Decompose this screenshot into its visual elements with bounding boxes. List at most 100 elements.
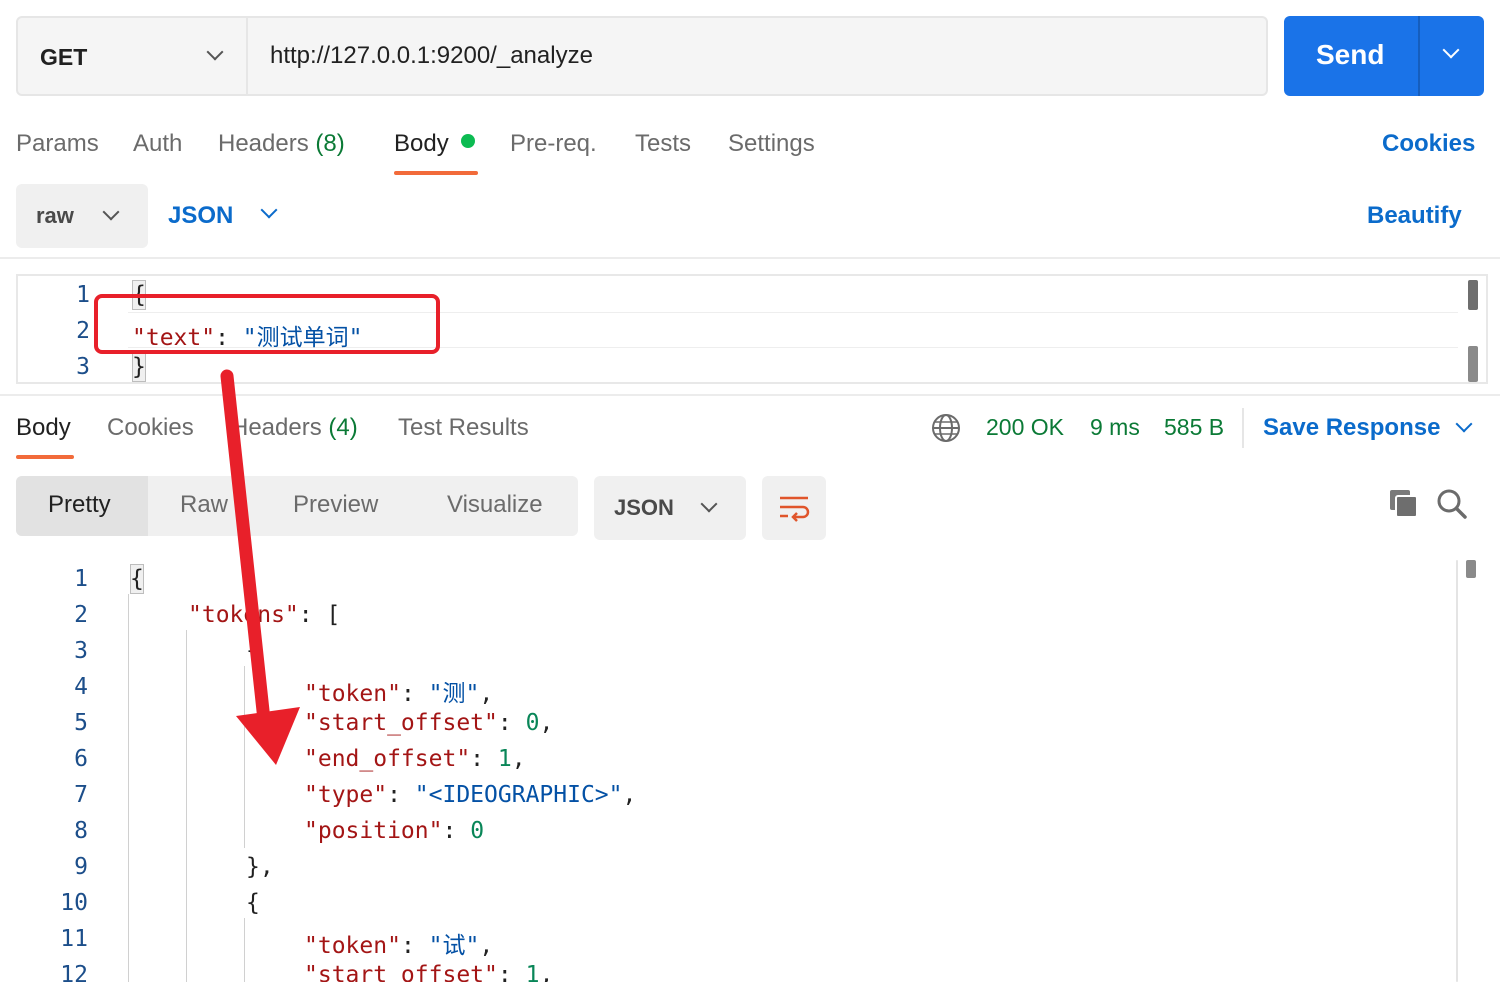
indent-guide — [128, 594, 129, 982]
line-number: 5 — [74, 710, 88, 736]
response-tab-underline — [16, 455, 74, 459]
response-headers-count: (4) — [328, 414, 358, 441]
json-colon: : — [387, 782, 415, 808]
response-tab-body[interactable]: Body — [16, 414, 71, 442]
line-number: 1 — [76, 282, 90, 308]
json-comma: , — [622, 782, 637, 808]
code-line: "token": "试", — [304, 926, 493, 960]
json-key: "end_offset" — [304, 746, 471, 772]
copy-icon[interactable] — [1389, 489, 1419, 519]
wrap-lines-icon — [780, 496, 810, 522]
json-comma: , — [479, 681, 494, 707]
body-language-select[interactable]: JSON — [168, 202, 233, 230]
line-number: 10 — [60, 890, 88, 916]
line-number: 3 — [76, 354, 90, 380]
json-comma: , — [511, 746, 526, 772]
chevron-down-icon — [206, 43, 224, 61]
code-line: } — [132, 354, 146, 380]
json-colon: : — [400, 681, 429, 707]
json-punct: : [ — [298, 602, 341, 628]
beautify-link[interactable]: Beautify — [1367, 202, 1462, 230]
headers-count: (8) — [315, 130, 345, 157]
body-active-dot — [460, 134, 475, 148]
line-number: 1 — [74, 566, 88, 592]
code-line: }, — [246, 854, 274, 880]
line-number: 7 — [74, 782, 88, 808]
wrap-lines-button[interactable] — [762, 476, 826, 540]
json-value: 0 — [470, 818, 485, 844]
chevron-down-icon — [102, 203, 120, 221]
json-key: "start_offset" — [304, 710, 498, 736]
json-comma: , — [539, 710, 554, 736]
method-select[interactable]: GET — [18, 18, 248, 94]
cookies-link[interactable]: Cookies — [1382, 130, 1475, 158]
json-value: "试" — [428, 933, 480, 959]
response-tab-test-results[interactable]: Test Results — [398, 414, 529, 442]
json-key: "token" — [304, 933, 401, 959]
divider — [0, 394, 1500, 396]
chevron-down-icon — [700, 495, 718, 513]
send-divider — [1418, 16, 1420, 96]
body-mode-select[interactable]: raw — [16, 184, 148, 248]
tab-body[interactable]: Body — [394, 130, 475, 158]
line-number: 3 — [74, 638, 88, 664]
tab-params[interactable]: Params — [16, 130, 99, 158]
tab-settings[interactable]: Settings — [728, 130, 815, 158]
code-line: { — [246, 890, 260, 916]
method-label: GET — [40, 44, 88, 70]
chevron-down-icon[interactable] — [1442, 41, 1460, 59]
send-button[interactable]: Send — [1284, 16, 1484, 96]
status-code[interactable]: 200 OK — [986, 414, 1064, 441]
chevron-down-icon[interactable] — [1455, 415, 1473, 433]
json-key: "type" — [304, 782, 388, 808]
code-line: "position": 0 — [304, 818, 484, 844]
search-icon[interactable] — [1436, 488, 1468, 520]
view-mode-segmented: Pretty Raw Preview Visualize — [16, 476, 578, 536]
response-tab-headers[interactable]: Headers (4) — [231, 414, 358, 442]
tab-headers[interactable]: Headers (8) — [218, 130, 345, 158]
view-mode-visualize[interactable]: Visualize — [447, 491, 543, 519]
json-value: 1 — [525, 962, 540, 982]
indent-guide — [244, 666, 245, 848]
chevron-down-icon[interactable] — [260, 201, 278, 219]
divider — [1242, 408, 1244, 448]
tab-tests[interactable]: Tests — [635, 130, 691, 158]
line-number: 6 — [74, 746, 88, 772]
response-scroll-track[interactable] — [1456, 560, 1458, 982]
globe-icon[interactable] — [930, 412, 962, 444]
code-line: "start_offset": 1, — [304, 962, 553, 982]
json-value: 1 — [497, 746, 512, 772]
response-body-viewer[interactable]: 1 2 3 4 5 6 7 8 9 10 11 12 { "tokens": [… — [0, 560, 1500, 982]
line-number: 2 — [74, 602, 88, 628]
tab-body-label: Body — [394, 130, 449, 157]
view-mode-raw[interactable]: Raw — [180, 491, 228, 519]
view-mode-pretty[interactable]: Pretty — [48, 491, 111, 519]
json-comma: , — [539, 962, 554, 982]
tab-auth[interactable]: Auth — [133, 130, 182, 158]
editor-scrollbar[interactable] — [1468, 346, 1478, 382]
json-key: "tokens" — [188, 602, 299, 628]
json-colon: : — [497, 710, 526, 736]
line-number: 12 — [60, 962, 88, 982]
tab-prereq[interactable]: Pre-req. — [510, 130, 597, 158]
response-format-select[interactable]: JSON — [594, 476, 746, 540]
code-line: "start_offset": 0, — [304, 710, 553, 736]
response-tab-cookies[interactable]: Cookies — [107, 414, 194, 442]
response-size[interactable]: 585 B — [1164, 414, 1224, 441]
response-scrollbar-thumb[interactable] — [1466, 560, 1476, 578]
url-input[interactable]: http://127.0.0.1:9200/_analyze — [270, 42, 593, 70]
view-mode-preview[interactable]: Preview — [293, 491, 378, 519]
editor-scrollbar-thumb[interactable] — [1468, 280, 1478, 310]
indent-guide — [244, 918, 245, 982]
json-colon: : — [400, 933, 429, 959]
response-time[interactable]: 9 ms — [1090, 414, 1140, 441]
save-response-button[interactable]: Save Response — [1263, 414, 1440, 442]
line-number: 4 — [74, 674, 88, 700]
response-tab-headers-label: Headers — [231, 414, 322, 441]
code-line: { — [130, 566, 144, 592]
line-number: 2 — [76, 318, 90, 344]
json-key: "start_offset" — [304, 962, 498, 982]
json-key: "token" — [304, 681, 401, 707]
indent-guide — [186, 630, 187, 982]
tab-underline — [394, 171, 478, 175]
